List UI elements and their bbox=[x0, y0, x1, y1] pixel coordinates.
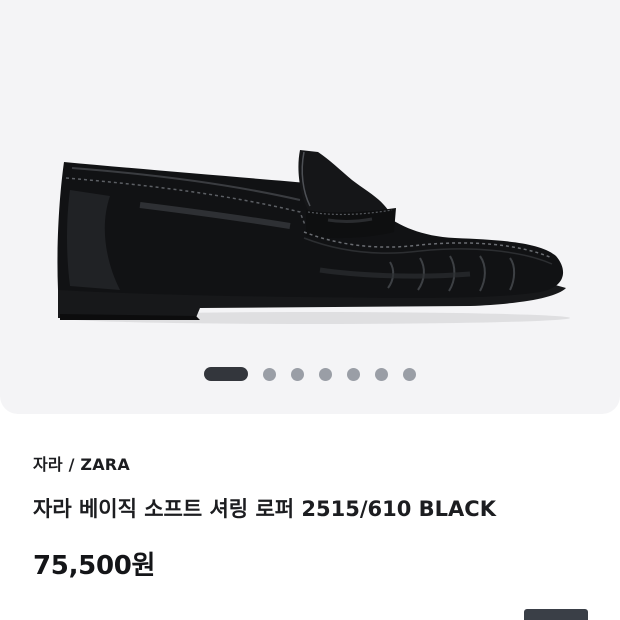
carousel-dot-active[interactable] bbox=[204, 367, 248, 381]
product-price: 75,500원 bbox=[33, 551, 156, 581]
carousel-dot[interactable] bbox=[347, 367, 360, 381]
product-image[interactable] bbox=[0, 0, 620, 414]
bottom-action-button[interactable] bbox=[524, 609, 588, 620]
product-title: 자라 베이직 소프트 셔링 로퍼 2515/610 BLACK bbox=[33, 497, 496, 521]
carousel-dot[interactable] bbox=[263, 367, 276, 381]
carousel-dot[interactable] bbox=[291, 367, 304, 381]
carousel-dot[interactable] bbox=[403, 367, 416, 381]
product-image-gallery[interactable] bbox=[0, 0, 620, 414]
carousel-dot[interactable] bbox=[319, 367, 332, 381]
carousel-pagination bbox=[0, 367, 620, 381]
carousel-dot[interactable] bbox=[375, 367, 388, 381]
brand-name[interactable]: 자라 / ZARA bbox=[33, 451, 130, 475]
